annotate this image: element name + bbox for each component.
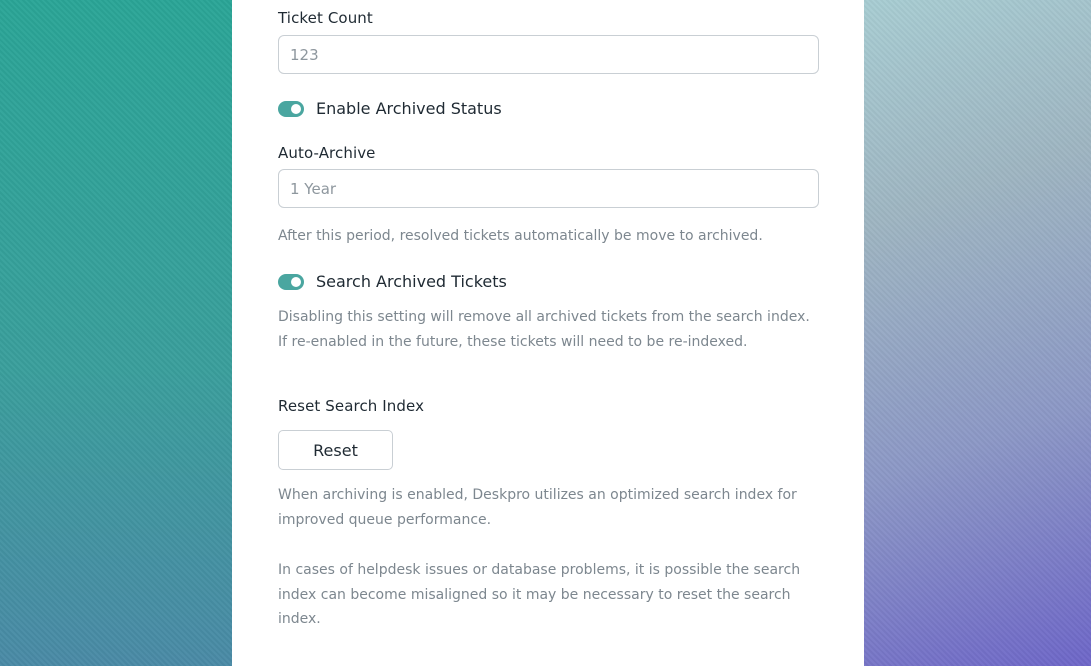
toggle-knob [291, 276, 301, 287]
search-archived-label: Search Archived Tickets [316, 272, 507, 291]
toggle-knob [291, 103, 301, 114]
auto-archive-help: After this period, resolved tickets auto… [278, 228, 763, 244]
reset-button[interactable]: Reset [278, 430, 393, 470]
enable-archived-label: Enable Archived Status [316, 99, 502, 118]
background-right-gradient [864, 0, 1091, 666]
background-left-gradient [0, 0, 232, 666]
settings-panel: Ticket Count Enable Archived Status Auto… [232, 0, 864, 666]
reset-index-label: Reset Search Index [278, 397, 425, 415]
enable-archived-toggle[interactable] [278, 100, 304, 117]
search-archived-help: Disabling this setting will remove all a… [278, 309, 810, 350]
reset-index-help-2: In cases of helpdesk issues or database … [278, 562, 801, 627]
search-archived-row: Search Archived Tickets [278, 272, 507, 291]
auto-archive-input[interactable] [278, 169, 819, 208]
enable-archived-row: Enable Archived Status [278, 99, 502, 118]
ticket-count-input[interactable] [278, 35, 819, 74]
reset-index-help-1: When archiving is enabled, Deskpro utili… [278, 487, 797, 528]
auto-archive-label: Auto-Archive [278, 144, 376, 162]
ticket-count-label: Ticket Count [278, 9, 373, 27]
search-archived-toggle[interactable] [278, 273, 304, 290]
